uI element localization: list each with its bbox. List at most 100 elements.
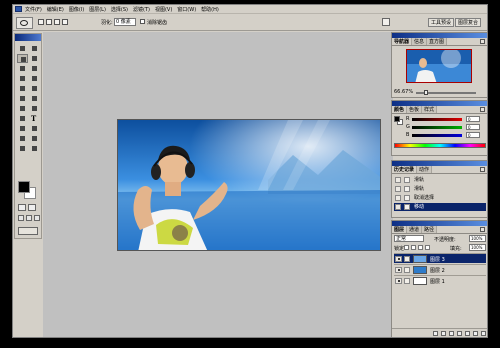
tab-tool-presets[interactable]: 工具预设 (427, 18, 454, 27)
menu-item[interactable]: 视图(V) (155, 6, 172, 13)
crop-icon[interactable] (17, 64, 28, 73)
subtract-selection-icon[interactable] (54, 19, 60, 25)
blend-mode-select[interactable]: 正常 (394, 235, 424, 242)
layer-name[interactable]: 图层 2 (430, 267, 445, 274)
layer-row[interactable]: 图层 1 (394, 275, 486, 285)
layer-thumbnail[interactable] (413, 277, 427, 285)
app-icon[interactable] (15, 6, 22, 12)
history-source-icon[interactable] (395, 204, 401, 210)
link-layers-icon[interactable] (433, 331, 438, 336)
new-selection-icon[interactable] (38, 19, 44, 25)
menu-item[interactable]: 窗口(W) (177, 6, 196, 13)
marquee-icon[interactable] (17, 44, 28, 53)
full-screen-icon[interactable] (34, 215, 40, 221)
tab-channels[interactable]: 通道 (407, 226, 423, 233)
channel-value[interactable]: 0 (466, 132, 480, 138)
pen-icon[interactable] (17, 124, 28, 133)
eyedropper-icon[interactable] (29, 134, 40, 143)
panel-menu-icon[interactable] (480, 227, 485, 232)
navigator-preview[interactable] (406, 49, 472, 83)
history-item[interactable]: 滑轨 (394, 185, 486, 193)
healing-icon[interactable] (17, 74, 28, 83)
feather-input[interactable]: 0 像素 (114, 18, 136, 26)
standard-screen-icon[interactable] (18, 215, 24, 221)
document-window[interactable] (117, 119, 381, 251)
jump-to-imageready-icon[interactable] (18, 227, 38, 235)
move-icon[interactable] (29, 44, 40, 53)
menu-item[interactable]: 图像(I) (69, 6, 84, 13)
zoom-icon[interactable] (29, 144, 40, 153)
history-source-icon[interactable] (395, 195, 401, 201)
panel-menu-icon[interactable] (480, 39, 485, 44)
tool-preset-picker[interactable] (16, 17, 33, 29)
zoom-value[interactable]: 66.67% (394, 89, 413, 95)
layer-row[interactable]: 图层 2 (394, 264, 486, 274)
layer-row[interactable]: 图层 3 (394, 253, 486, 263)
new-layer-icon[interactable] (473, 331, 478, 336)
layer-name[interactable]: 图层 1 (430, 278, 445, 285)
menu-item[interactable]: 滤镜(T) (133, 6, 150, 13)
notes-icon[interactable] (17, 134, 28, 143)
tab-paths[interactable]: 路径 (422, 226, 438, 233)
tab-swatches[interactable]: 色板 (407, 106, 423, 113)
tab-navigator[interactable]: 导航器 (392, 38, 413, 45)
stamp-icon[interactable] (17, 84, 28, 93)
zoom-slider-knob[interactable] (424, 90, 428, 95)
panel-menu-icon[interactable] (480, 107, 485, 112)
color-spectrum[interactable] (394, 143, 486, 148)
tab-history[interactable]: 历史记录 (392, 166, 418, 173)
brush-icon[interactable] (404, 267, 410, 273)
hand-icon[interactable] (17, 144, 28, 153)
menu-item[interactable]: 编辑(E) (47, 6, 64, 13)
brush-icon[interactable] (29, 74, 40, 83)
foreground-color-swatch[interactable] (394, 116, 400, 122)
history-item[interactable]: 滑轨 (394, 176, 486, 184)
blur-icon[interactable] (17, 104, 28, 113)
lock-pixels-icon[interactable] (411, 245, 416, 250)
fill-input[interactable]: 100% (469, 244, 486, 251)
history-item[interactable]: 取消选择 (394, 194, 486, 202)
brush-icon[interactable] (404, 278, 410, 284)
channel-value[interactable]: 0 (466, 124, 480, 130)
menu-item[interactable]: 选择(S) (111, 6, 128, 13)
layer-name[interactable]: 图层 3 (430, 256, 445, 263)
lasso-icon[interactable] (17, 54, 28, 63)
gradient-icon[interactable] (29, 94, 40, 103)
menu-item[interactable]: 图层(L) (89, 6, 106, 13)
antialias-checkbox[interactable] (140, 19, 145, 24)
lock-all-icon[interactable] (425, 245, 430, 250)
tab-layers[interactable]: 图层 (392, 226, 408, 233)
channel-slider[interactable] (412, 118, 462, 121)
lock-position-icon[interactable] (418, 245, 423, 250)
eye-icon[interactable] (395, 278, 402, 284)
history-source-icon[interactable] (395, 186, 401, 192)
channel-slider[interactable] (412, 126, 462, 129)
intersect-selection-icon[interactable] (62, 19, 68, 25)
lock-transparency-icon[interactable] (404, 245, 409, 250)
path-select-icon[interactable] (17, 114, 28, 123)
dodge-icon[interactable] (29, 104, 40, 113)
full-screen-menu-icon[interactable] (26, 215, 32, 221)
magic-wand-icon[interactable] (29, 54, 40, 63)
adjustment-layer-icon[interactable] (465, 331, 470, 336)
opacity-input[interactable]: 100% (469, 235, 486, 242)
add-selection-icon[interactable] (46, 19, 52, 25)
layer-mask-icon[interactable] (449, 331, 454, 336)
brush-icon[interactable] (404, 256, 410, 262)
delete-layer-icon[interactable] (481, 331, 486, 336)
tab-styles[interactable]: 样式 (422, 106, 438, 113)
shape-icon[interactable] (29, 124, 40, 133)
file-browser-icon[interactable] (382, 18, 390, 26)
layer-thumbnail[interactable] (413, 266, 427, 274)
channel-value[interactable]: 0 (466, 116, 480, 122)
slice-icon[interactable] (29, 64, 40, 73)
history-item[interactable]: 移动 (394, 203, 486, 211)
eraser-icon[interactable] (17, 94, 28, 103)
tab-color[interactable]: 颜色 (392, 106, 408, 113)
eye-icon[interactable] (395, 267, 402, 273)
menu-item[interactable]: 文件(F) (25, 6, 42, 13)
standard-mode-icon[interactable] (18, 204, 26, 211)
layer-thumbnail[interactable] (413, 255, 427, 263)
new-set-icon[interactable] (457, 331, 462, 336)
layer-style-icon[interactable] (441, 331, 446, 336)
